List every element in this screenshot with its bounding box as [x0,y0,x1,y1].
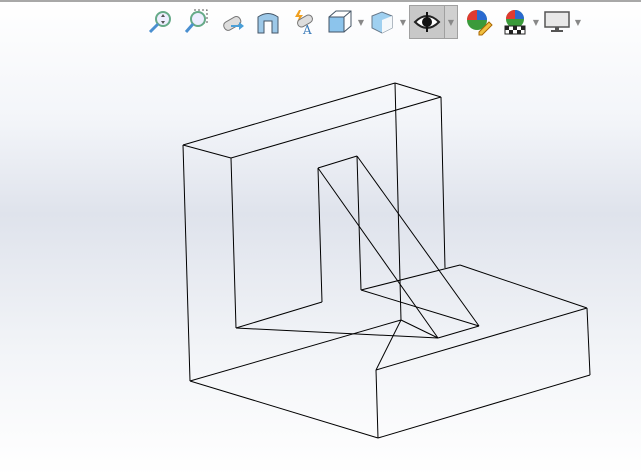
wireframe-model[interactable] [0,0,641,476]
base-edges [189,264,591,439]
back-plate-edges [182,82,446,382]
rib-edges [317,155,480,339]
